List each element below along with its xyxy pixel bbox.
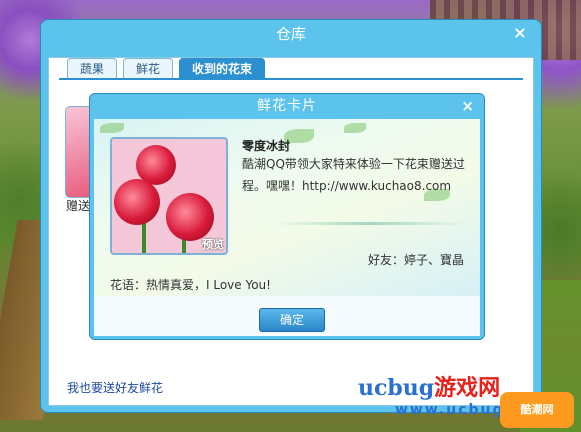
ok-button[interactable]: 确定 (259, 308, 325, 332)
watermark-latin: ucbug (358, 375, 435, 401)
message-divider (274, 222, 466, 225)
watermark-badge: 酷潮网 (500, 392, 574, 428)
tab-flowers[interactable]: 鲜花 (123, 58, 174, 79)
rose-flower (114, 179, 160, 225)
flower-card-body: 预览 零度冰封 酷潮QQ带领大家特来体验一下花束赠送过程。嘿嘿！http://w… (94, 119, 480, 336)
friends-label: 好友：婷子、寶晶 (367, 253, 464, 267)
leaf-decoration (344, 123, 366, 133)
card-content-panel: 预览 零度冰封 酷潮QQ带领大家特来体验一下花束赠送过程。嘿嘿！http://w… (94, 119, 480, 296)
send-flowers-link[interactable]: 我也要送好友鲜花 (67, 379, 163, 396)
flower-card-dialog: 鲜花卡片 × 预览 零度冰封 酷潮QQ带领大家特来体验一下花束赠送过程。嘿嘿！h… (89, 93, 485, 340)
flower-card-title: 鲜花卡片 (257, 98, 317, 114)
flower-card-close-icon[interactable]: × (461, 97, 474, 115)
bouquet-item-label: 赠送 (66, 199, 91, 213)
warehouse-tabs: 蔬果 鲜花 收到的花束 (67, 58, 266, 80)
tab-underline (59, 78, 523, 80)
watermark-logo: ucbug游戏网 (358, 370, 500, 402)
tab-received-bouquets[interactable]: 收到的花束 (179, 58, 266, 79)
bouquet-photo[interactable]: 预览 (110, 137, 228, 255)
card-message: 酷潮QQ带领大家特来体验一下花束赠送过程。嘿嘿！http://www.kucha… (242, 157, 465, 193)
preview-label[interactable]: 预览 (202, 236, 224, 252)
rose-flower (166, 193, 214, 241)
tab-vegetables[interactable]: 蔬果 (67, 58, 118, 79)
warehouse-title: 仓库 (275, 25, 306, 43)
warehouse-close-icon[interactable]: × (511, 24, 529, 42)
leaf-decoration (100, 123, 124, 133)
flower-language: 花语：热情真爱，I Love You! (110, 278, 271, 292)
watermark-cn: 游戏网 (434, 375, 501, 401)
sender-name: 零度冰封 (242, 139, 291, 153)
